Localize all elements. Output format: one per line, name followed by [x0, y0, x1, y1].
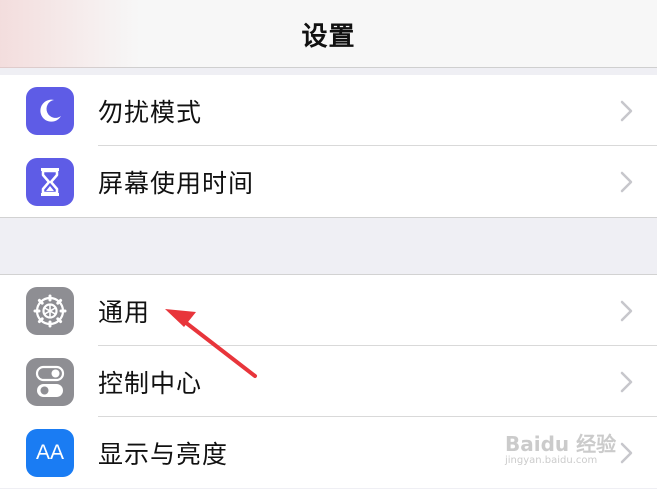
settings-row-label: 勿扰模式 [98, 97, 203, 127]
moon-icon [26, 86, 74, 135]
icon-glyph: AA [35, 440, 64, 464]
gear-icon [26, 286, 74, 335]
watermark-subtext: jingyan.baidu.com [505, 455, 598, 466]
page-title: 设置 [301, 22, 356, 52]
settings-row-label: 控制中心 [98, 368, 203, 398]
settings-row-screen-time[interactable]: 屏幕使用时间 [0, 146, 657, 217]
text-size-aa-icon: AA [26, 428, 74, 477]
chevron-right-icon [620, 171, 633, 192]
settings-row-control-center[interactable]: 控制中心 [0, 346, 657, 417]
settings-row-label: 显示与亮度 [98, 439, 229, 469]
chevron-right-icon [620, 300, 633, 321]
settings-row-label: 通用 [98, 297, 151, 327]
settings-row-label: 屏幕使用时间 [98, 168, 255, 198]
watermark-text: Baidu 经验 [505, 432, 617, 456]
chevron-right-icon [620, 371, 633, 392]
settings-row-general[interactable]: 通用 [0, 275, 657, 346]
settings-row-do-not-disturb[interactable]: 勿扰模式 [0, 75, 657, 146]
hourglass-icon [26, 157, 74, 206]
chevron-right-icon [620, 100, 633, 121]
navigation-bar: 设置 [0, 0, 657, 68]
settings-group-focus: 勿扰模式 屏幕使用时间 [0, 75, 657, 218]
baidu-watermark: Baidu 经验 jingyan.baidu.com [505, 428, 655, 468]
toggle-switches-icon [26, 357, 74, 406]
